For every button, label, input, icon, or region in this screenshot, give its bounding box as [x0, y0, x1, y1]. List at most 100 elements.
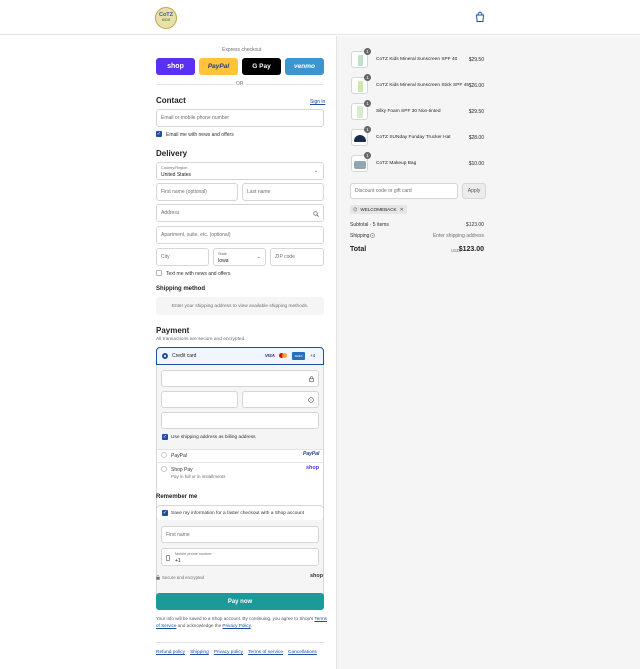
divider [156, 84, 234, 85]
apartment-field[interactable]: Apartment, suite, etc. (optional) [156, 226, 324, 244]
mobile-phone-field[interactable]: Mobile phone number +1 [161, 548, 319, 566]
mobile-phone-icon [166, 555, 170, 561]
help-circle-icon[interactable] [308, 397, 314, 403]
country-label: Country/Region [161, 166, 188, 170]
state-select[interactable]: State Iowa ⌄ [213, 248, 266, 266]
email-news-label: Email me with news and offers [166, 132, 234, 138]
chevron-down-icon: ⌄ [313, 168, 318, 174]
sign-in-link[interactable]: Sign in [310, 99, 325, 105]
google-pay-express-button[interactable]: G Pay [242, 58, 281, 75]
payment-heading: Payment [156, 326, 190, 335]
city-field[interactable]: City [156, 248, 209, 266]
legal-text-2: and acknowledge the [177, 623, 222, 628]
state-label: State [218, 252, 227, 256]
quantity-badge: 1 [364, 74, 371, 81]
shopping-bag-icon[interactable] [474, 11, 486, 23]
text-news-checkbox[interactable] [156, 270, 162, 276]
shipping-link[interactable]: Shipping [190, 650, 209, 655]
billing-address-checkbox[interactable]: ✓ [162, 434, 168, 440]
paypal-label[interactable]: PayPal [171, 453, 187, 459]
zip-placeholder: ZIP code [275, 254, 295, 260]
remember-first-name-placeholder: First name [166, 531, 190, 538]
country-select[interactable]: Country/Region United States ⌄ [156, 162, 324, 180]
lock-icon [156, 575, 160, 580]
tag-icon: ⌬ [353, 206, 358, 213]
help-circle-icon[interactable] [370, 233, 375, 238]
shipping-note: Enter your shipping address to view avai… [171, 303, 309, 309]
email-field[interactable]: Email or mobile phone number [156, 109, 324, 127]
security-code-field[interactable] [242, 391, 319, 408]
product-price: $10.00 [468, 161, 484, 167]
shop-pay-label[interactable]: Shop Pay [171, 467, 193, 473]
credit-card-radio[interactable] [162, 353, 168, 359]
paypal-radio[interactable] [161, 452, 167, 458]
apartment-placeholder: Apartment, suite, etc. (optional) [161, 232, 231, 238]
email-news-checkbox[interactable]: ✓ [156, 131, 162, 137]
amex-icon: AMEX [292, 352, 305, 360]
zip-field[interactable]: ZIP code [270, 248, 324, 266]
address-field[interactable]: Address [156, 204, 324, 222]
contact-heading: Contact [156, 96, 186, 105]
product-thumbnail: 1 [351, 100, 371, 120]
makeup-bag-image [354, 161, 366, 169]
quantity-badge: 1 [364, 126, 371, 133]
quantity-badge: 1 [364, 48, 371, 55]
product-price: $29.50 [468, 57, 484, 63]
product-price: $26.00 [468, 83, 484, 89]
first-name-field[interactable]: First name (optional) [156, 183, 238, 201]
product-price: $28.00 [468, 135, 484, 141]
shop-pay-radio[interactable] [161, 466, 167, 472]
total-value: $123.00 [458, 246, 484, 253]
phone-prefix: +1 [175, 558, 181, 564]
total-label: Total [350, 246, 367, 253]
legal-text: Your info will be saved to a Shop accoun… [156, 615, 328, 629]
quantity-badge: 1 [364, 100, 371, 107]
terms-of-service-footer-link[interactable]: Terms of service [248, 650, 283, 655]
product-name: Silky Foam SPF 30 Non-tinted [376, 109, 441, 114]
product-thumbnail: 1 [351, 152, 371, 172]
text-news-label: Text me with news and offers [166, 271, 231, 277]
apply-discount-button[interactable]: Apply [462, 183, 486, 199]
sunscreen-bottle-image [358, 55, 363, 66]
pay-now-button[interactable]: Pay now [156, 593, 324, 610]
subtotal-label: Subtotal · 5 items [350, 222, 389, 228]
last-name-field[interactable]: Last name [242, 183, 324, 201]
city-placeholder: City [161, 254, 170, 260]
product-thumbnail: 1 [351, 74, 371, 94]
credit-card-option[interactable]: Credit card VISA AMEX +4 [156, 347, 324, 365]
footer-links: Refund policy Shipping Privacy policy Te… [156, 650, 317, 655]
card-number-field[interactable] [161, 370, 319, 387]
cancellations-link[interactable]: Cancellations [288, 650, 317, 655]
express-checkout-title: Express checkout [222, 47, 262, 53]
phone-label: Mobile phone number [175, 552, 212, 556]
save-info-checkbox[interactable]: ✓ [162, 510, 168, 516]
privacy-policy-footer-link[interactable]: Privacy policy [214, 650, 243, 655]
paypal-express-button[interactable]: PayPal [199, 58, 238, 75]
refund-policy-link[interactable]: Refund policy [156, 650, 185, 655]
shipping-label: Shipping [350, 233, 370, 239]
name-on-card-field[interactable] [161, 412, 319, 429]
mastercard-icon [279, 352, 288, 359]
subtotal-value: $123.00 [465, 222, 484, 228]
expiration-date-field[interactable] [161, 391, 238, 408]
remember-me-heading: Remember me [156, 494, 198, 500]
divider [156, 642, 324, 643]
shop-pay-express-button[interactable]: shop [156, 58, 195, 75]
shipping-method-placeholder: Enter your shipping address to view avai… [156, 297, 324, 315]
legal-text-1: Your info will be saved to a Shop accoun… [156, 616, 314, 621]
sunscreen-stick-image [358, 81, 363, 92]
shop-pay-subtitle: Pay in full or in installments [171, 474, 226, 479]
close-icon[interactable]: ✕ [400, 207, 404, 213]
venmo-express-button[interactable]: venmo [285, 58, 324, 75]
country-value: United States [161, 172, 192, 178]
store-logo[interactable]: CoTZ KIDS [155, 7, 177, 29]
product-name: CoTZ Makeup Bag [376, 161, 417, 166]
discount-code-field[interactable]: Discount code or gift card [350, 183, 458, 199]
product-thumbnail: 1 [351, 48, 371, 68]
shipping-method-heading: Shipping method [156, 286, 205, 292]
remember-first-name-field[interactable]: First name [161, 526, 319, 543]
delivery-heading: Delivery [156, 149, 188, 158]
email-placeholder: Email or mobile phone number [161, 115, 230, 121]
discount-tag-code: WELCOMEBACK [360, 207, 397, 212]
privacy-policy-link[interactable]: Privacy Policy [222, 623, 250, 628]
